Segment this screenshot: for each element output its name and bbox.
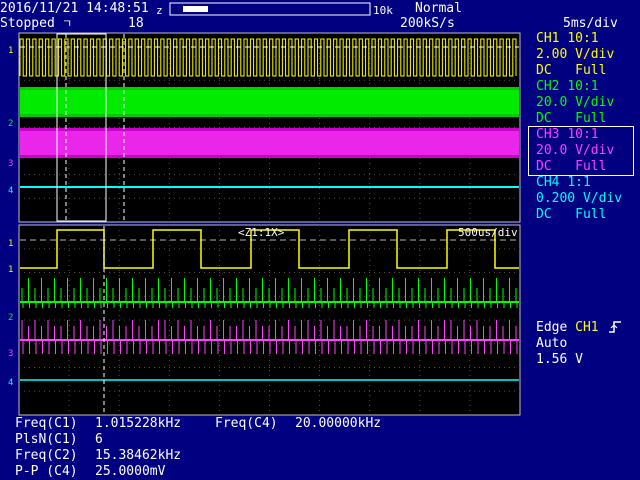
svg-text:1: 1	[8, 239, 13, 249]
ch2-coupling: DC Full	[536, 111, 607, 126]
acquisition-count: 18	[128, 16, 144, 31]
datetime-marker-icon: z	[156, 4, 163, 17]
timebase[interactable]: 5ms/div	[563, 17, 618, 31]
measurement-value: 1.015228kHz	[95, 416, 182, 431]
svg-text:2: 2	[8, 313, 13, 323]
memory-length: 10k	[373, 4, 393, 17]
ch1-coupling: DC Full	[536, 63, 607, 78]
zoom-timebase[interactable]: 500us/div	[458, 226, 518, 240]
ch3-scale: 20.0 V/div	[536, 143, 615, 158]
trigger-level[interactable]: 1.56 V	[536, 353, 583, 367]
measurement-label: Freq(C1)	[15, 416, 78, 431]
ch3-coupling: DC Full	[536, 159, 607, 174]
ch2-scale: 20.0 V/div	[536, 95, 615, 110]
trigger-type[interactable]: Edge CH1	[536, 321, 599, 335]
zoom-label: <Z1:1X>	[238, 226, 285, 239]
ch2-name[interactable]: CH2 10:1	[536, 79, 599, 95]
svg-text:1: 1	[8, 265, 13, 275]
sample-rate: 200kS/s	[400, 16, 455, 31]
measurement-label: P-P (C4)	[15, 464, 78, 479]
ch4-coupling: DC Full	[536, 207, 607, 222]
measurement-label: Freq(C2)	[15, 448, 78, 463]
trigger-position-icon: ㄱ	[62, 17, 73, 30]
rising-edge-icon	[609, 321, 621, 333]
measurement-value: 25.0000mV	[95, 464, 166, 479]
svg-text:4: 4	[8, 378, 13, 388]
measurement-value: 20.00000kHz	[295, 416, 382, 431]
measurement-label: Freq(C4)	[215, 416, 278, 431]
trigger-mode[interactable]: Auto	[536, 337, 567, 351]
channel-markers: 1 2 3 4 1 1 2 3 4	[8, 46, 13, 388]
measurement-value: 15.38462kHz	[95, 448, 182, 463]
measurement-label: PlsN(C1)	[15, 432, 78, 447]
ch3-name[interactable]: CH3 10:1	[536, 127, 599, 143]
svg-text:3: 3	[8, 159, 13, 169]
svg-text:2: 2	[8, 119, 13, 129]
svg-text:1: 1	[8, 46, 13, 56]
svg-text:4: 4	[8, 186, 13, 196]
memory-scroll-thumb[interactable]	[183, 6, 208, 12]
ch1-scale: 2.00 V/div	[536, 47, 615, 62]
measurement-value: 6	[95, 432, 103, 447]
svg-text:3: 3	[8, 349, 13, 359]
ch4-name[interactable]: CH4 1:1	[536, 175, 591, 191]
run-state[interactable]: Stopped	[0, 17, 55, 31]
acquisition-mode[interactable]: Normal	[415, 2, 462, 16]
ch2-trace-main	[20, 87, 519, 117]
datetime: 2016/11/21 14:48:51	[0, 1, 149, 16]
ch4-scale: 0.200 V/div	[536, 191, 623, 206]
ch3-trace-main	[20, 128, 519, 158]
ch1-name[interactable]: CH1 10:1	[536, 31, 599, 47]
